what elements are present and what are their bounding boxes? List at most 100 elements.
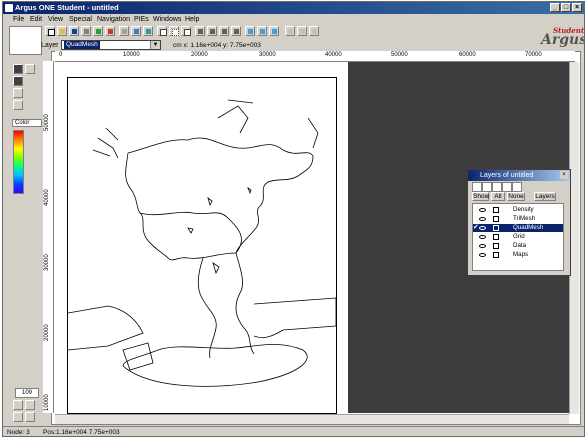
inner-bay-rect bbox=[122, 342, 154, 371]
ruler-y-label: 40000 bbox=[44, 189, 50, 206]
layer-name: Grid bbox=[513, 233, 525, 240]
menu-special[interactable]: Special bbox=[69, 16, 92, 23]
print-button[interactable] bbox=[81, 26, 91, 36]
layer-row-trimesh[interactable]: TriMesh bbox=[473, 215, 563, 223]
mesh-button[interactable] bbox=[169, 26, 179, 36]
menu-help[interactable]: Help bbox=[185, 16, 199, 23]
ruler-y-label: 50000 bbox=[44, 114, 50, 131]
eye-icon[interactable] bbox=[479, 208, 486, 212]
paste-button[interactable] bbox=[143, 26, 153, 36]
coastline-upper bbox=[127, 137, 314, 254]
grid-layer-icon bbox=[493, 234, 499, 240]
river-b bbox=[217, 99, 319, 149]
element-tool[interactable] bbox=[13, 100, 23, 110]
minimize-button[interactable]: _ bbox=[550, 3, 560, 12]
ruler-y-label: 30000 bbox=[44, 254, 50, 271]
ungroup-button[interactable] bbox=[231, 26, 241, 36]
group-button[interactable] bbox=[219, 26, 229, 36]
layer-tool-icon[interactable] bbox=[482, 182, 492, 192]
none-button[interactable]: None bbox=[507, 192, 525, 201]
layer-tool-icon[interactable] bbox=[492, 182, 502, 192]
layers-button[interactable]: Layers bbox=[534, 192, 556, 201]
eye-icon[interactable] bbox=[479, 244, 486, 248]
delta-left bbox=[67, 305, 144, 351]
menu-file[interactable]: File bbox=[13, 16, 24, 23]
eye-icon[interactable] bbox=[479, 253, 486, 257]
color-scale bbox=[13, 130, 24, 194]
align-button[interactable] bbox=[195, 26, 205, 36]
status-position: Pos:1.16e+004 7.75e+003 bbox=[43, 429, 120, 436]
layer-name: Data bbox=[513, 242, 527, 249]
shape-button-2[interactable] bbox=[297, 26, 307, 36]
cut-button[interactable] bbox=[119, 26, 129, 36]
title-bar: Argus ONE Student - untitled _ □ × bbox=[3, 2, 584, 14]
eye-icon[interactable] bbox=[479, 226, 486, 230]
zoom-fit-button[interactable] bbox=[269, 26, 279, 36]
layer-tool-icon[interactable] bbox=[472, 182, 482, 192]
node-tool[interactable] bbox=[13, 76, 23, 86]
table-button[interactable] bbox=[181, 26, 191, 36]
zoom-all-icon[interactable] bbox=[25, 412, 35, 422]
open-file-button[interactable] bbox=[57, 26, 67, 36]
layer-row-maps[interactable]: Maps bbox=[473, 251, 563, 259]
menu-edit[interactable]: Edit bbox=[30, 16, 42, 23]
distribute-button[interactable] bbox=[207, 26, 217, 36]
horizontal-ruler: 0 10000 20000 30000 40000 50000 60000 70… bbox=[55, 51, 575, 62]
zoom-level[interactable]: 109 bbox=[15, 388, 39, 398]
estuary-right bbox=[235, 252, 255, 355]
status-bar: Node: 3 Pos:1.16e+004 7.75e+003 bbox=[3, 426, 584, 436]
ruler-y-label: 20000 bbox=[44, 324, 50, 341]
chevron-down-icon[interactable]: ▼ bbox=[150, 41, 160, 49]
layer-select[interactable]: QuadMesh ▼ bbox=[61, 40, 161, 50]
layer-row-data[interactable]: Data bbox=[473, 242, 563, 250]
eye-icon[interactable] bbox=[479, 235, 486, 239]
close-button[interactable]: × bbox=[572, 3, 582, 12]
menu-navigation[interactable]: Navigation bbox=[97, 16, 130, 23]
layer-name: Maps bbox=[513, 251, 529, 258]
pen-tool[interactable] bbox=[25, 64, 35, 74]
shape-button-3[interactable] bbox=[309, 26, 319, 36]
all-button[interactable]: All bbox=[491, 192, 505, 201]
layer-row-quadmesh[interactable]: ✔ QuadMesh bbox=[473, 224, 563, 232]
layers-panel-title-bar[interactable]: Layers of untitled × bbox=[468, 170, 570, 181]
shape-button-1[interactable] bbox=[285, 26, 295, 36]
layer-name: TriMesh bbox=[513, 215, 536, 222]
save-file-button[interactable] bbox=[69, 26, 79, 36]
layer-tool-icon[interactable] bbox=[502, 182, 512, 192]
menu-pies[interactable]: PIEs bbox=[134, 16, 149, 23]
show-button[interactable]: Show bbox=[472, 192, 489, 201]
new-file-button[interactable] bbox=[45, 26, 55, 36]
density-layer-icon bbox=[493, 207, 499, 213]
maximize-button[interactable]: □ bbox=[561, 3, 571, 12]
ruler-x-label: 30000 bbox=[259, 52, 276, 58]
edit-tool[interactable] bbox=[13, 88, 23, 98]
map-drawing bbox=[67, 99, 337, 387]
color-select[interactable]: Color bbox=[12, 119, 42, 127]
export-button[interactable] bbox=[105, 26, 115, 36]
grid-button[interactable] bbox=[157, 26, 167, 36]
page-area[interactable] bbox=[67, 77, 337, 414]
copy-button[interactable] bbox=[131, 26, 141, 36]
import-button[interactable] bbox=[93, 26, 103, 36]
vertical-ruler: 50000 40000 30000 20000 10000 bbox=[43, 61, 54, 413]
zoom-out-button[interactable] bbox=[257, 26, 267, 36]
quadmesh-layer-icon bbox=[493, 225, 499, 231]
zoom-in-button[interactable] bbox=[245, 26, 255, 36]
ruler-x-label: 20000 bbox=[191, 52, 208, 58]
zoom-in-icon[interactable] bbox=[13, 400, 23, 410]
layer-row-grid[interactable]: Grid bbox=[473, 233, 563, 241]
zoom-out-icon[interactable] bbox=[25, 400, 35, 410]
eye-icon[interactable] bbox=[479, 217, 486, 221]
pointer-tool[interactable] bbox=[13, 64, 23, 74]
app-icon bbox=[5, 4, 13, 12]
ruler-x-label: 10000 bbox=[123, 52, 140, 58]
layer-tool-icon[interactable] bbox=[512, 182, 522, 192]
layers-list: Density TriMesh ✔ QuadMesh Grid Data Map… bbox=[472, 203, 564, 271]
horizontal-scrollbar[interactable] bbox=[55, 414, 569, 424]
layers-panel-close-icon[interactable]: × bbox=[560, 171, 568, 179]
ruler-y-label: 10000 bbox=[44, 394, 50, 411]
menu-view[interactable]: View bbox=[48, 16, 63, 23]
zoom-area-icon[interactable] bbox=[13, 412, 23, 422]
layer-row-density[interactable]: Density bbox=[473, 206, 563, 214]
menu-windows[interactable]: Windows bbox=[153, 16, 181, 23]
